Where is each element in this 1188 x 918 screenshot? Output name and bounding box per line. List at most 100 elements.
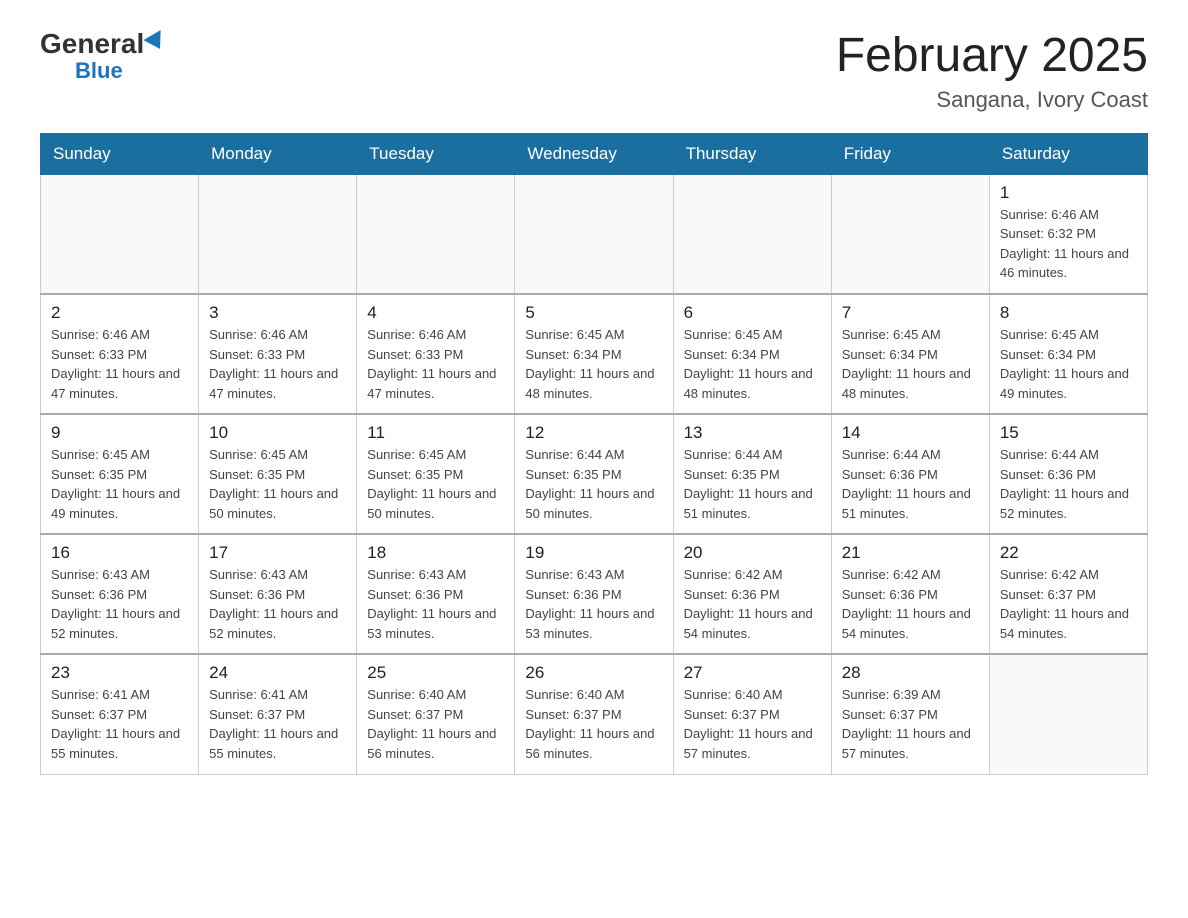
calendar-cell: 12Sunrise: 6:44 AM Sunset: 6:35 PM Dayli… [515,414,673,534]
day-number: 14 [842,423,979,443]
location-text: Sangana, Ivory Coast [836,87,1148,113]
calendar-cell [673,174,831,294]
day-number: 22 [1000,543,1137,563]
day-info: Sunrise: 6:45 AM Sunset: 6:34 PM Dayligh… [842,325,979,403]
day-info: Sunrise: 6:43 AM Sunset: 6:36 PM Dayligh… [51,565,188,643]
calendar-cell [831,174,989,294]
day-number: 8 [1000,303,1137,323]
day-info: Sunrise: 6:44 AM Sunset: 6:35 PM Dayligh… [525,445,662,523]
day-header-sunday: Sunday [41,133,199,174]
day-info: Sunrise: 6:44 AM Sunset: 6:36 PM Dayligh… [842,445,979,523]
calendar-cell: 18Sunrise: 6:43 AM Sunset: 6:36 PM Dayli… [357,534,515,654]
day-header-tuesday: Tuesday [357,133,515,174]
calendar-cell: 20Sunrise: 6:42 AM Sunset: 6:36 PM Dayli… [673,534,831,654]
day-header-friday: Friday [831,133,989,174]
day-info: Sunrise: 6:45 AM Sunset: 6:35 PM Dayligh… [367,445,504,523]
calendar-cell: 25Sunrise: 6:40 AM Sunset: 6:37 PM Dayli… [357,654,515,774]
calendar-cell: 7Sunrise: 6:45 AM Sunset: 6:34 PM Daylig… [831,294,989,414]
calendar-cell: 14Sunrise: 6:44 AM Sunset: 6:36 PM Dayli… [831,414,989,534]
calendar-cell: 23Sunrise: 6:41 AM Sunset: 6:37 PM Dayli… [41,654,199,774]
day-info: Sunrise: 6:45 AM Sunset: 6:35 PM Dayligh… [51,445,188,523]
day-info: Sunrise: 6:39 AM Sunset: 6:37 PM Dayligh… [842,685,979,763]
calendar-cell: 27Sunrise: 6:40 AM Sunset: 6:37 PM Dayli… [673,654,831,774]
calendar-cell: 19Sunrise: 6:43 AM Sunset: 6:36 PM Dayli… [515,534,673,654]
day-number: 11 [367,423,504,443]
day-info: Sunrise: 6:40 AM Sunset: 6:37 PM Dayligh… [525,685,662,763]
day-number: 20 [684,543,821,563]
day-number: 6 [684,303,821,323]
week-row-4: 16Sunrise: 6:43 AM Sunset: 6:36 PM Dayli… [41,534,1148,654]
calendar-cell: 2Sunrise: 6:46 AM Sunset: 6:33 PM Daylig… [41,294,199,414]
day-number: 2 [51,303,188,323]
week-row-2: 2Sunrise: 6:46 AM Sunset: 6:33 PM Daylig… [41,294,1148,414]
day-info: Sunrise: 6:44 AM Sunset: 6:36 PM Dayligh… [1000,445,1137,523]
page-header: General Blue February 2025 Sangana, Ivor… [40,30,1148,113]
calendar-table: SundayMondayTuesdayWednesdayThursdayFrid… [40,133,1148,775]
logo-blue-text: Blue [75,58,123,84]
days-of-week-row: SundayMondayTuesdayWednesdayThursdayFrid… [41,133,1148,174]
day-info: Sunrise: 6:43 AM Sunset: 6:36 PM Dayligh… [209,565,346,643]
calendar-cell: 4Sunrise: 6:46 AM Sunset: 6:33 PM Daylig… [357,294,515,414]
day-info: Sunrise: 6:43 AM Sunset: 6:36 PM Dayligh… [367,565,504,643]
logo-triangle-icon [144,30,169,54]
day-info: Sunrise: 6:40 AM Sunset: 6:37 PM Dayligh… [684,685,821,763]
calendar-cell [41,174,199,294]
day-info: Sunrise: 6:43 AM Sunset: 6:36 PM Dayligh… [525,565,662,643]
month-title: February 2025 [836,30,1148,83]
calendar-cell: 9Sunrise: 6:45 AM Sunset: 6:35 PM Daylig… [41,414,199,534]
calendar-cell: 3Sunrise: 6:46 AM Sunset: 6:33 PM Daylig… [199,294,357,414]
day-number: 28 [842,663,979,683]
calendar-cell [199,174,357,294]
calendar-cell: 22Sunrise: 6:42 AM Sunset: 6:37 PM Dayli… [989,534,1147,654]
day-number: 21 [842,543,979,563]
calendar-body: 1Sunrise: 6:46 AM Sunset: 6:32 PM Daylig… [41,174,1148,774]
week-row-1: 1Sunrise: 6:46 AM Sunset: 6:32 PM Daylig… [41,174,1148,294]
day-info: Sunrise: 6:45 AM Sunset: 6:34 PM Dayligh… [525,325,662,403]
day-info: Sunrise: 6:45 AM Sunset: 6:34 PM Dayligh… [684,325,821,403]
calendar-cell: 5Sunrise: 6:45 AM Sunset: 6:34 PM Daylig… [515,294,673,414]
calendar-cell [515,174,673,294]
calendar-cell [357,174,515,294]
calendar-cell: 15Sunrise: 6:44 AM Sunset: 6:36 PM Dayli… [989,414,1147,534]
title-section: February 2025 Sangana, Ivory Coast [836,30,1148,113]
logo-general-text: General [40,30,144,58]
day-info: Sunrise: 6:46 AM Sunset: 6:32 PM Dayligh… [1000,205,1137,283]
calendar-cell: 17Sunrise: 6:43 AM Sunset: 6:36 PM Dayli… [199,534,357,654]
day-info: Sunrise: 6:42 AM Sunset: 6:37 PM Dayligh… [1000,565,1137,643]
calendar-cell: 28Sunrise: 6:39 AM Sunset: 6:37 PM Dayli… [831,654,989,774]
day-number: 26 [525,663,662,683]
day-info: Sunrise: 6:41 AM Sunset: 6:37 PM Dayligh… [51,685,188,763]
day-number: 12 [525,423,662,443]
calendar-cell: 13Sunrise: 6:44 AM Sunset: 6:35 PM Dayli… [673,414,831,534]
day-info: Sunrise: 6:45 AM Sunset: 6:35 PM Dayligh… [209,445,346,523]
day-number: 16 [51,543,188,563]
day-number: 19 [525,543,662,563]
day-number: 24 [209,663,346,683]
day-info: Sunrise: 6:46 AM Sunset: 6:33 PM Dayligh… [367,325,504,403]
day-number: 25 [367,663,504,683]
day-number: 3 [209,303,346,323]
calendar-cell: 8Sunrise: 6:45 AM Sunset: 6:34 PM Daylig… [989,294,1147,414]
day-info: Sunrise: 6:44 AM Sunset: 6:35 PM Dayligh… [684,445,821,523]
calendar-cell: 26Sunrise: 6:40 AM Sunset: 6:37 PM Dayli… [515,654,673,774]
day-number: 7 [842,303,979,323]
day-header-saturday: Saturday [989,133,1147,174]
day-header-thursday: Thursday [673,133,831,174]
calendar-cell: 21Sunrise: 6:42 AM Sunset: 6:36 PM Dayli… [831,534,989,654]
day-info: Sunrise: 6:42 AM Sunset: 6:36 PM Dayligh… [842,565,979,643]
day-info: Sunrise: 6:45 AM Sunset: 6:34 PM Dayligh… [1000,325,1137,403]
day-number: 18 [367,543,504,563]
week-row-5: 23Sunrise: 6:41 AM Sunset: 6:37 PM Dayli… [41,654,1148,774]
day-number: 17 [209,543,346,563]
day-number: 1 [1000,183,1137,203]
logo: General Blue [40,30,166,84]
calendar-cell: 6Sunrise: 6:45 AM Sunset: 6:34 PM Daylig… [673,294,831,414]
calendar-cell: 1Sunrise: 6:46 AM Sunset: 6:32 PM Daylig… [989,174,1147,294]
day-info: Sunrise: 6:40 AM Sunset: 6:37 PM Dayligh… [367,685,504,763]
day-number: 15 [1000,423,1137,443]
day-number: 13 [684,423,821,443]
day-info: Sunrise: 6:46 AM Sunset: 6:33 PM Dayligh… [51,325,188,403]
calendar-cell [989,654,1147,774]
calendar-cell: 24Sunrise: 6:41 AM Sunset: 6:37 PM Dayli… [199,654,357,774]
day-number: 27 [684,663,821,683]
